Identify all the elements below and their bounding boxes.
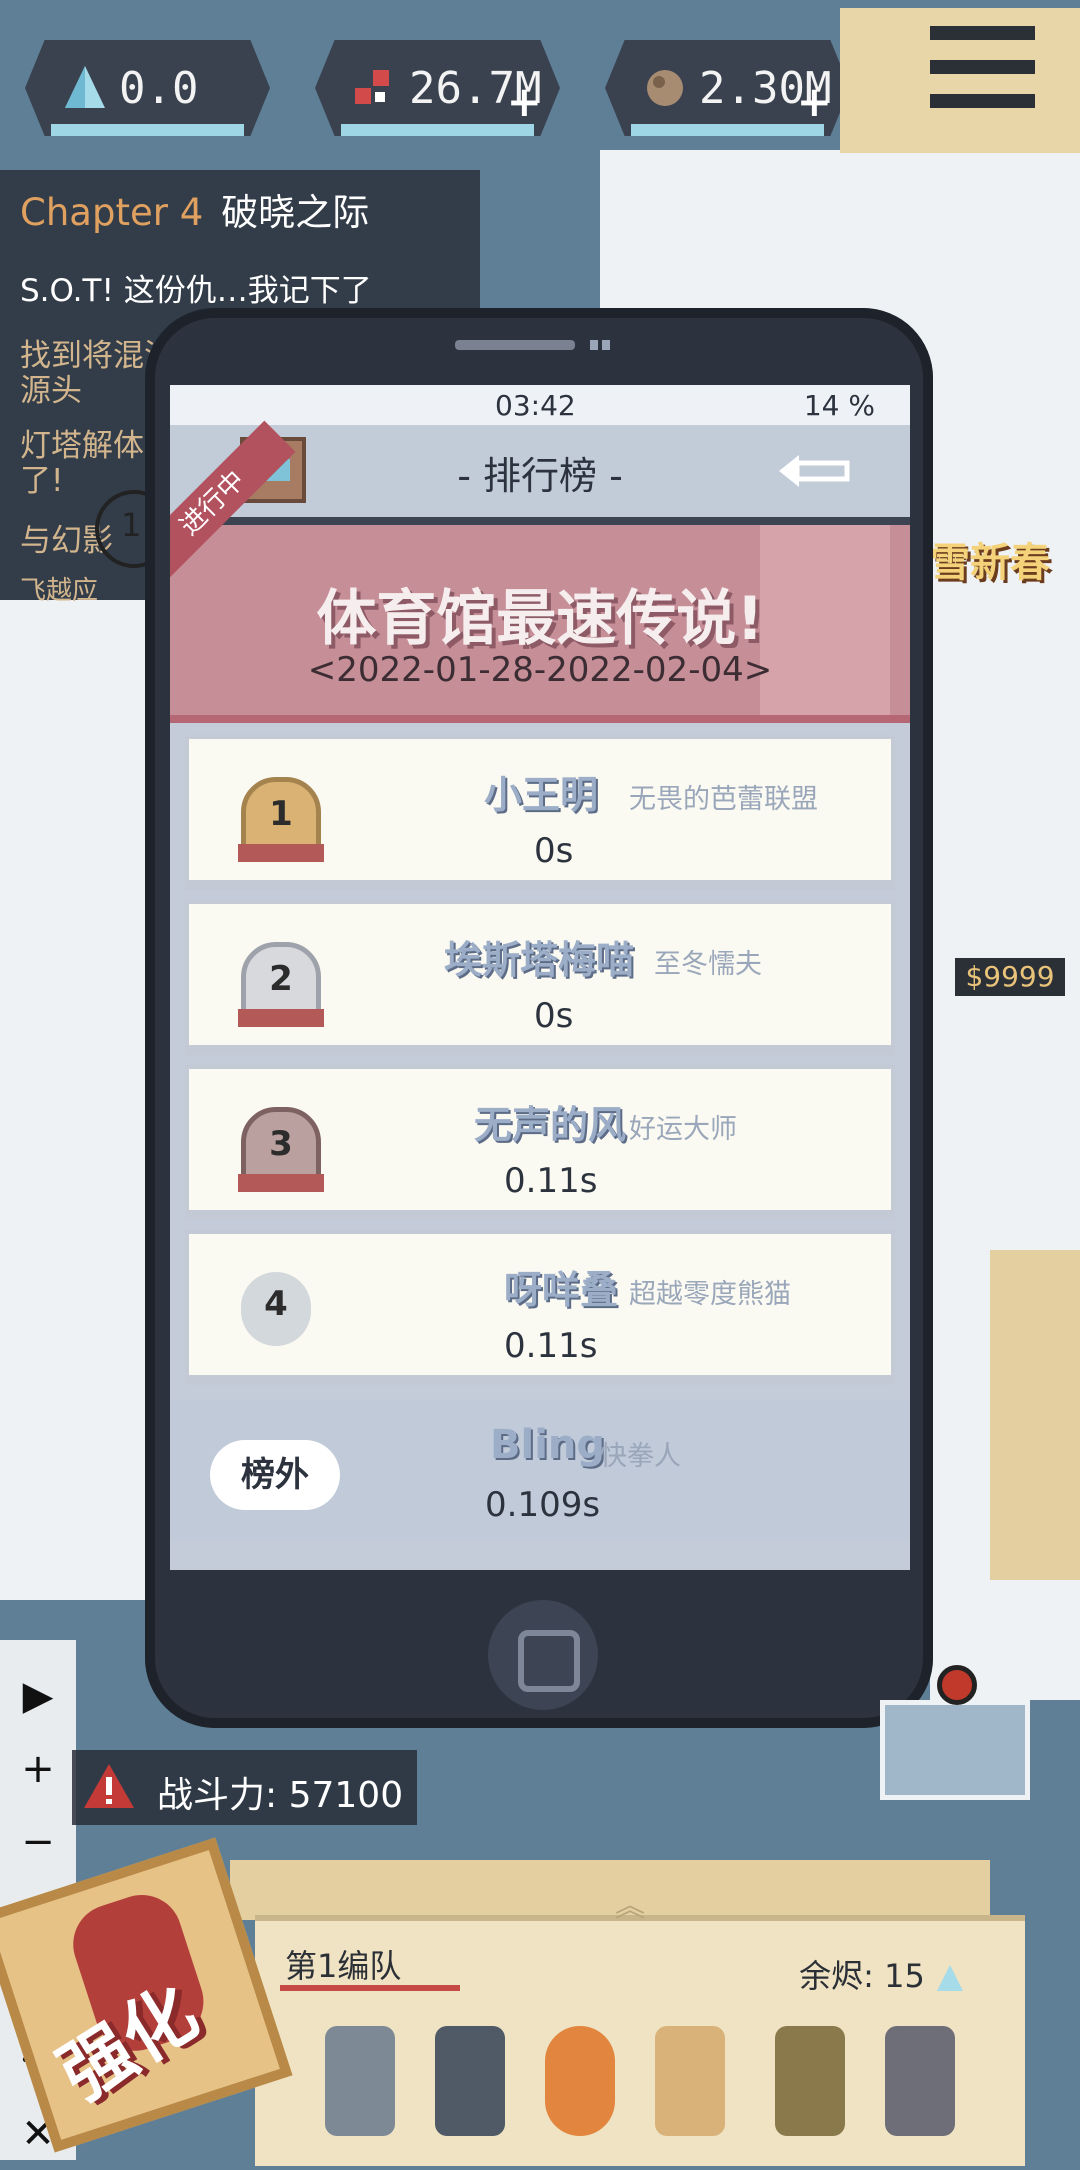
self-time: 0.109s	[485, 1485, 601, 1525]
chapter-name: 破晓之际	[221, 191, 370, 234]
player-guild: 至冬懦夫	[654, 949, 762, 980]
home-square-icon	[518, 1630, 580, 1692]
chapter-label: Chapter 4	[20, 191, 204, 234]
back-arrow-icon[interactable]	[775, 449, 855, 493]
shop-price-sign: $9999	[955, 958, 1065, 996]
rank-number: 4	[264, 1284, 288, 1324]
parts-counter[interactable]: 26.7M +	[315, 40, 560, 136]
phone-home-button[interactable]	[488, 1600, 598, 1710]
warning-icon	[84, 1764, 134, 1808]
player-name: 无声的风	[474, 1103, 627, 1147]
quest-line: S.O.T! 这份仇…我记下了	[20, 273, 372, 309]
leaderboard-row[interactable]: 1 小王明 无畏的芭蕾联盟 0s	[185, 735, 895, 890]
zoom-in-icon[interactable]: +	[0, 1733, 76, 1805]
main-menu-button[interactable]	[840, 8, 1080, 153]
quest-line: 飞越应	[20, 576, 99, 606]
bronze-medal-icon: 3	[238, 1107, 324, 1192]
ore-icon	[647, 70, 683, 106]
ore-stripe	[631, 124, 824, 136]
leaderboard-row[interactable]: 2 埃斯塔梅喵 至冬懦夫 0s	[185, 900, 895, 1055]
snow-field-left	[0, 600, 160, 1600]
medal-ribbon	[238, 844, 324, 862]
phone-speaker	[455, 340, 575, 350]
rank-number: 2	[269, 959, 293, 999]
team-member-2[interactable]	[435, 2026, 505, 2136]
parts-add-icon[interactable]: +	[507, 77, 542, 126]
player-guild: 无畏的芭蕾联盟	[629, 784, 818, 815]
self-name: Bling	[490, 1422, 606, 1468]
leaderboard-row[interactable]: 4 呀咩叠 超越零度熊猫 0.11s	[185, 1230, 895, 1385]
chapter-title: Chapter 4 破晓之际	[20, 182, 369, 236]
phone-speaker-dot	[602, 340, 610, 350]
event-banner: 体育馆最速传说! <2022-01-28-2022-02-04>	[170, 525, 910, 723]
combat-power-display: 战斗力: 57100	[72, 1750, 417, 1825]
team-name: 第1编队	[285, 1947, 402, 1985]
event-banner-side[interactable]: 雪新春	[930, 530, 1050, 588]
ore-add-icon[interactable]: +	[797, 77, 832, 126]
ore-counter[interactable]: 2.30M +	[605, 40, 850, 136]
combat-power-value: 57100	[288, 1775, 404, 1816]
rank-number: 3	[269, 1124, 293, 1164]
crystal-icon	[65, 66, 105, 108]
medal-ribbon	[238, 1009, 324, 1027]
team-member-1[interactable]	[325, 2026, 395, 2136]
ember-label: 余烬:	[799, 1957, 874, 1995]
gold-medal-icon: 1	[238, 777, 324, 862]
self-rank-row[interactable]: 榜外 Bling 快拳人 0.109s	[170, 1400, 910, 1540]
player-time: 0s	[534, 996, 574, 1036]
player-time: 0.11s	[504, 1161, 598, 1201]
player-time: 0s	[534, 831, 574, 871]
rank-number: 1	[269, 794, 293, 834]
player-name: 呀咩叠	[504, 1268, 619, 1312]
self-guild: 快拳人	[600, 1441, 681, 1472]
crystal-counter[interactable]: 0.0	[25, 40, 270, 136]
phone-status-bar: 03:42 14 %	[170, 385, 910, 425]
team-member-6[interactable]	[885, 2026, 955, 2136]
rank-badge-icon: 4	[241, 1272, 311, 1346]
team-member-5[interactable]	[775, 2026, 845, 2136]
team-underline	[280, 1985, 460, 1991]
team-member-4[interactable]	[655, 2026, 725, 2136]
status-time: 03:42	[495, 389, 576, 422]
crystal-value: 0.0	[119, 62, 199, 114]
crystal-stripe	[51, 124, 244, 136]
player-guild: 超越零度熊猫	[629, 1279, 791, 1310]
quest-line: 了!	[20, 463, 64, 499]
combat-power-label: 战斗力:	[157, 1775, 278, 1816]
parts-icon	[355, 70, 389, 104]
leaderboard-screen: 03:42 14 % - 排行榜 - 体育馆最速传说! <2022-01-28-…	[170, 385, 910, 1570]
phone-speaker-dot	[590, 340, 598, 350]
marker-number: 1	[121, 506, 142, 544]
team-member-3[interactable]	[545, 2026, 615, 2136]
parts-stripe	[341, 124, 534, 136]
unranked-badge: 榜外	[210, 1440, 340, 1510]
sand-patch	[990, 1250, 1080, 1580]
battery-level: 14 %	[803, 389, 875, 422]
event-dates: <2022-01-28-2022-02-04>	[307, 650, 773, 690]
world-map-button[interactable]	[880, 1665, 1030, 1800]
play-icon[interactable]: ▶	[0, 1660, 76, 1732]
team-panel[interactable]: ︽ 第1编队 余烬: 15	[255, 1889, 1025, 2166]
menu-icon-bar	[930, 60, 1035, 74]
silver-medal-icon: 2	[238, 942, 324, 1027]
crystal-icon	[937, 1965, 963, 1991]
leaderboard-row[interactable]: 3 无声的风 好运大师 0.11s	[185, 1065, 895, 1220]
menu-icon-bar	[930, 26, 1035, 40]
player-name: 小王明	[484, 773, 599, 817]
map-pin-icon	[937, 1665, 977, 1705]
player-time: 0.11s	[504, 1326, 598, 1366]
quest-line: 源头	[20, 373, 82, 409]
zoom-out-icon[interactable]: −	[0, 1806, 76, 1878]
medal-ribbon	[238, 1174, 324, 1192]
ember-value: 15	[884, 1957, 925, 1995]
ember-counter: 余烬: 15	[799, 1951, 965, 1997]
event-title: 体育馆最速传说!	[316, 584, 764, 654]
player-guild: 好运大师	[629, 1114, 737, 1145]
menu-icon-bar	[930, 94, 1035, 108]
player-name: 埃斯塔梅喵	[444, 938, 635, 982]
team-expand-icon[interactable]: ︽	[585, 1881, 675, 1924]
